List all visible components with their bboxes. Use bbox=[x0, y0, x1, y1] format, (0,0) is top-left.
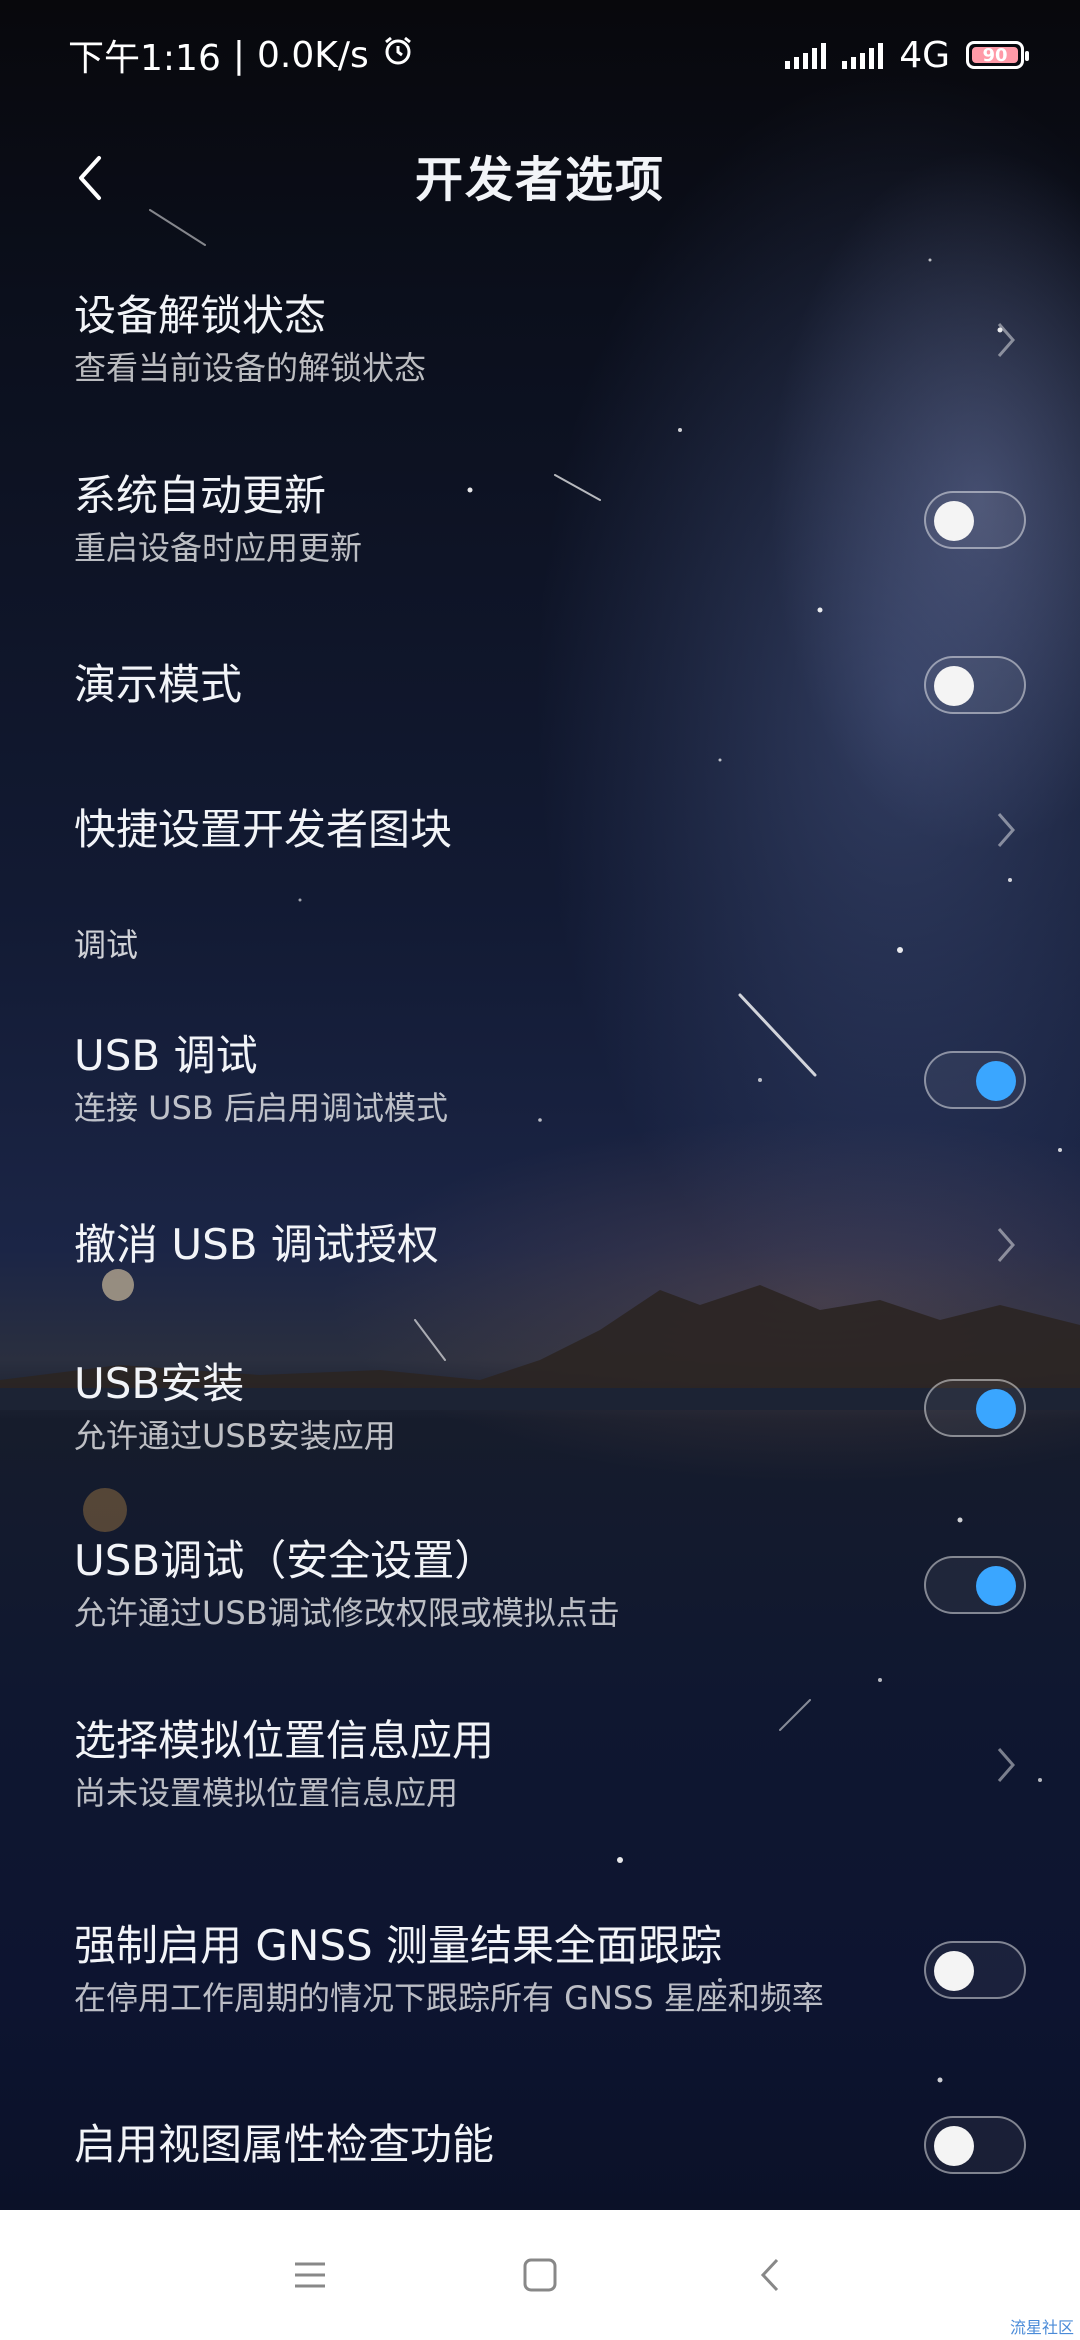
item-subtitle: 重启设备时应用更新 bbox=[74, 529, 363, 567]
view-attribute-toggle[interactable] bbox=[924, 2116, 1026, 2174]
signal-icon-2 bbox=[842, 41, 884, 69]
item-view-attribute-inspection[interactable]: 启用视图属性检查功能 bbox=[0, 2085, 1080, 2205]
usb-debugging-security-toggle[interactable] bbox=[924, 1556, 1026, 1614]
usb-install-toggle[interactable] bbox=[924, 1378, 1026, 1437]
item-usb-install[interactable]: USB安装 允许通过USB安装应用 bbox=[0, 1320, 1080, 1495]
item-title: 选择模拟位置信息应用 bbox=[74, 1716, 495, 1765]
item-title: 启用视图属性检查功能 bbox=[74, 2120, 495, 2169]
signal-icon bbox=[785, 41, 827, 69]
item-title: 快捷设置开发者图块 bbox=[74, 805, 453, 854]
chevron-left-icon bbox=[79, 156, 101, 200]
gnss-tracking-toggle[interactable] bbox=[924, 1941, 1026, 1999]
item-subtitle: 在停用工作周期的情况下跟踪所有 GNSS 星座和频率 bbox=[74, 1979, 824, 2017]
section-header-debug: 调试 bbox=[74, 926, 139, 964]
item-title: 强制启用 GNSS 测量结果全面跟踪 bbox=[74, 1921, 722, 1970]
status-bar: 下午1:16 | 0.0K/s 4G 90 bbox=[0, 0, 1080, 110]
item-unlock-status[interactable]: 设备解锁状态 查看当前设备的解锁状态 bbox=[0, 250, 1080, 430]
back-icon bbox=[760, 2258, 779, 2292]
settings-list: 设备解锁状态 查看当前设备的解锁状态 系统自动更新 重启设备时应用更新 演示模式… bbox=[0, 250, 1080, 2205]
alarm-icon bbox=[381, 34, 415, 77]
battery-icon: 90 bbox=[966, 41, 1029, 69]
back-button[interactable] bbox=[60, 148, 120, 208]
chevron-right-icon bbox=[986, 1215, 1026, 1275]
chevron-right-icon bbox=[986, 310, 1026, 370]
item-subtitle: 尚未设置模拟位置信息应用 bbox=[74, 1774, 459, 1812]
menu-icon bbox=[295, 2262, 325, 2288]
watermark-text: 流星社区 bbox=[1009, 2318, 1074, 2337]
item-subtitle: 允许通过USB安装应用 bbox=[74, 1416, 396, 1455]
demo-mode-toggle[interactable] bbox=[924, 656, 1026, 714]
network-type: 4G bbox=[899, 34, 950, 76]
status-time: 下午1:16 bbox=[68, 38, 221, 79]
battery-level: 90 bbox=[982, 44, 1008, 66]
item-mock-location-app[interactable]: 选择模拟位置信息应用 尚未设置模拟位置信息应用 bbox=[0, 1675, 1080, 1855]
auto-update-toggle[interactable] bbox=[924, 491, 1026, 549]
item-title: USB 调试 bbox=[74, 1031, 258, 1080]
status-separator: | bbox=[232, 34, 245, 76]
item-subtitle: 查看当前设备的解锁状态 bbox=[74, 349, 427, 387]
item-title: 撤消 USB 调试授权 bbox=[74, 1220, 439, 1269]
page-title: 开发者选项 bbox=[414, 152, 665, 208]
navigation-bar: 流星社区 bbox=[0, 2210, 1080, 2340]
item-subtitle: 连接 USB 后启用调试模式 bbox=[74, 1089, 449, 1127]
item-title: 演示模式 bbox=[74, 660, 243, 709]
item-demo-mode[interactable]: 演示模式 bbox=[0, 610, 1080, 760]
item-title: USB调试（安全设置） bbox=[74, 1536, 497, 1585]
item-title: USB安装 bbox=[74, 1358, 245, 1408]
chevron-right-icon bbox=[986, 800, 1026, 860]
usb-debugging-toggle[interactable] bbox=[924, 1051, 1026, 1109]
home-button[interactable] bbox=[425, 2225, 655, 2325]
item-title: 系统自动更新 bbox=[74, 471, 327, 520]
home-square-icon bbox=[523, 2258, 557, 2292]
item-title: 设备解锁状态 bbox=[74, 291, 327, 340]
item-quick-settings-tiles[interactable]: 快捷设置开发者图块 bbox=[0, 760, 1080, 900]
recents-button[interactable] bbox=[195, 2225, 425, 2325]
item-usb-debugging-security[interactable]: USB调试（安全设置） 允许通过USB调试修改权限或模拟点击 bbox=[0, 1495, 1080, 1675]
item-subtitle: 允许通过USB调试修改权限或模拟点击 bbox=[74, 1594, 620, 1632]
chevron-right-icon bbox=[986, 1735, 1026, 1795]
item-gnss-full-tracking[interactable]: 强制启用 GNSS 测量结果全面跟踪 在停用工作周期的情况下跟踪所有 GNSS … bbox=[0, 1855, 1080, 2085]
nav-back-button[interactable] bbox=[655, 2225, 885, 2325]
item-usb-debugging[interactable]: USB 调试 连接 USB 后启用调试模式 bbox=[0, 990, 1080, 1170]
status-net-speed: 0.0K/s bbox=[256, 34, 369, 76]
item-revoke-usb-auth[interactable]: 撤消 USB 调试授权 bbox=[0, 1170, 1080, 1320]
header: 开发者选项 bbox=[0, 120, 1080, 230]
item-system-auto-update[interactable]: 系统自动更新 重启设备时应用更新 bbox=[0, 430, 1080, 610]
